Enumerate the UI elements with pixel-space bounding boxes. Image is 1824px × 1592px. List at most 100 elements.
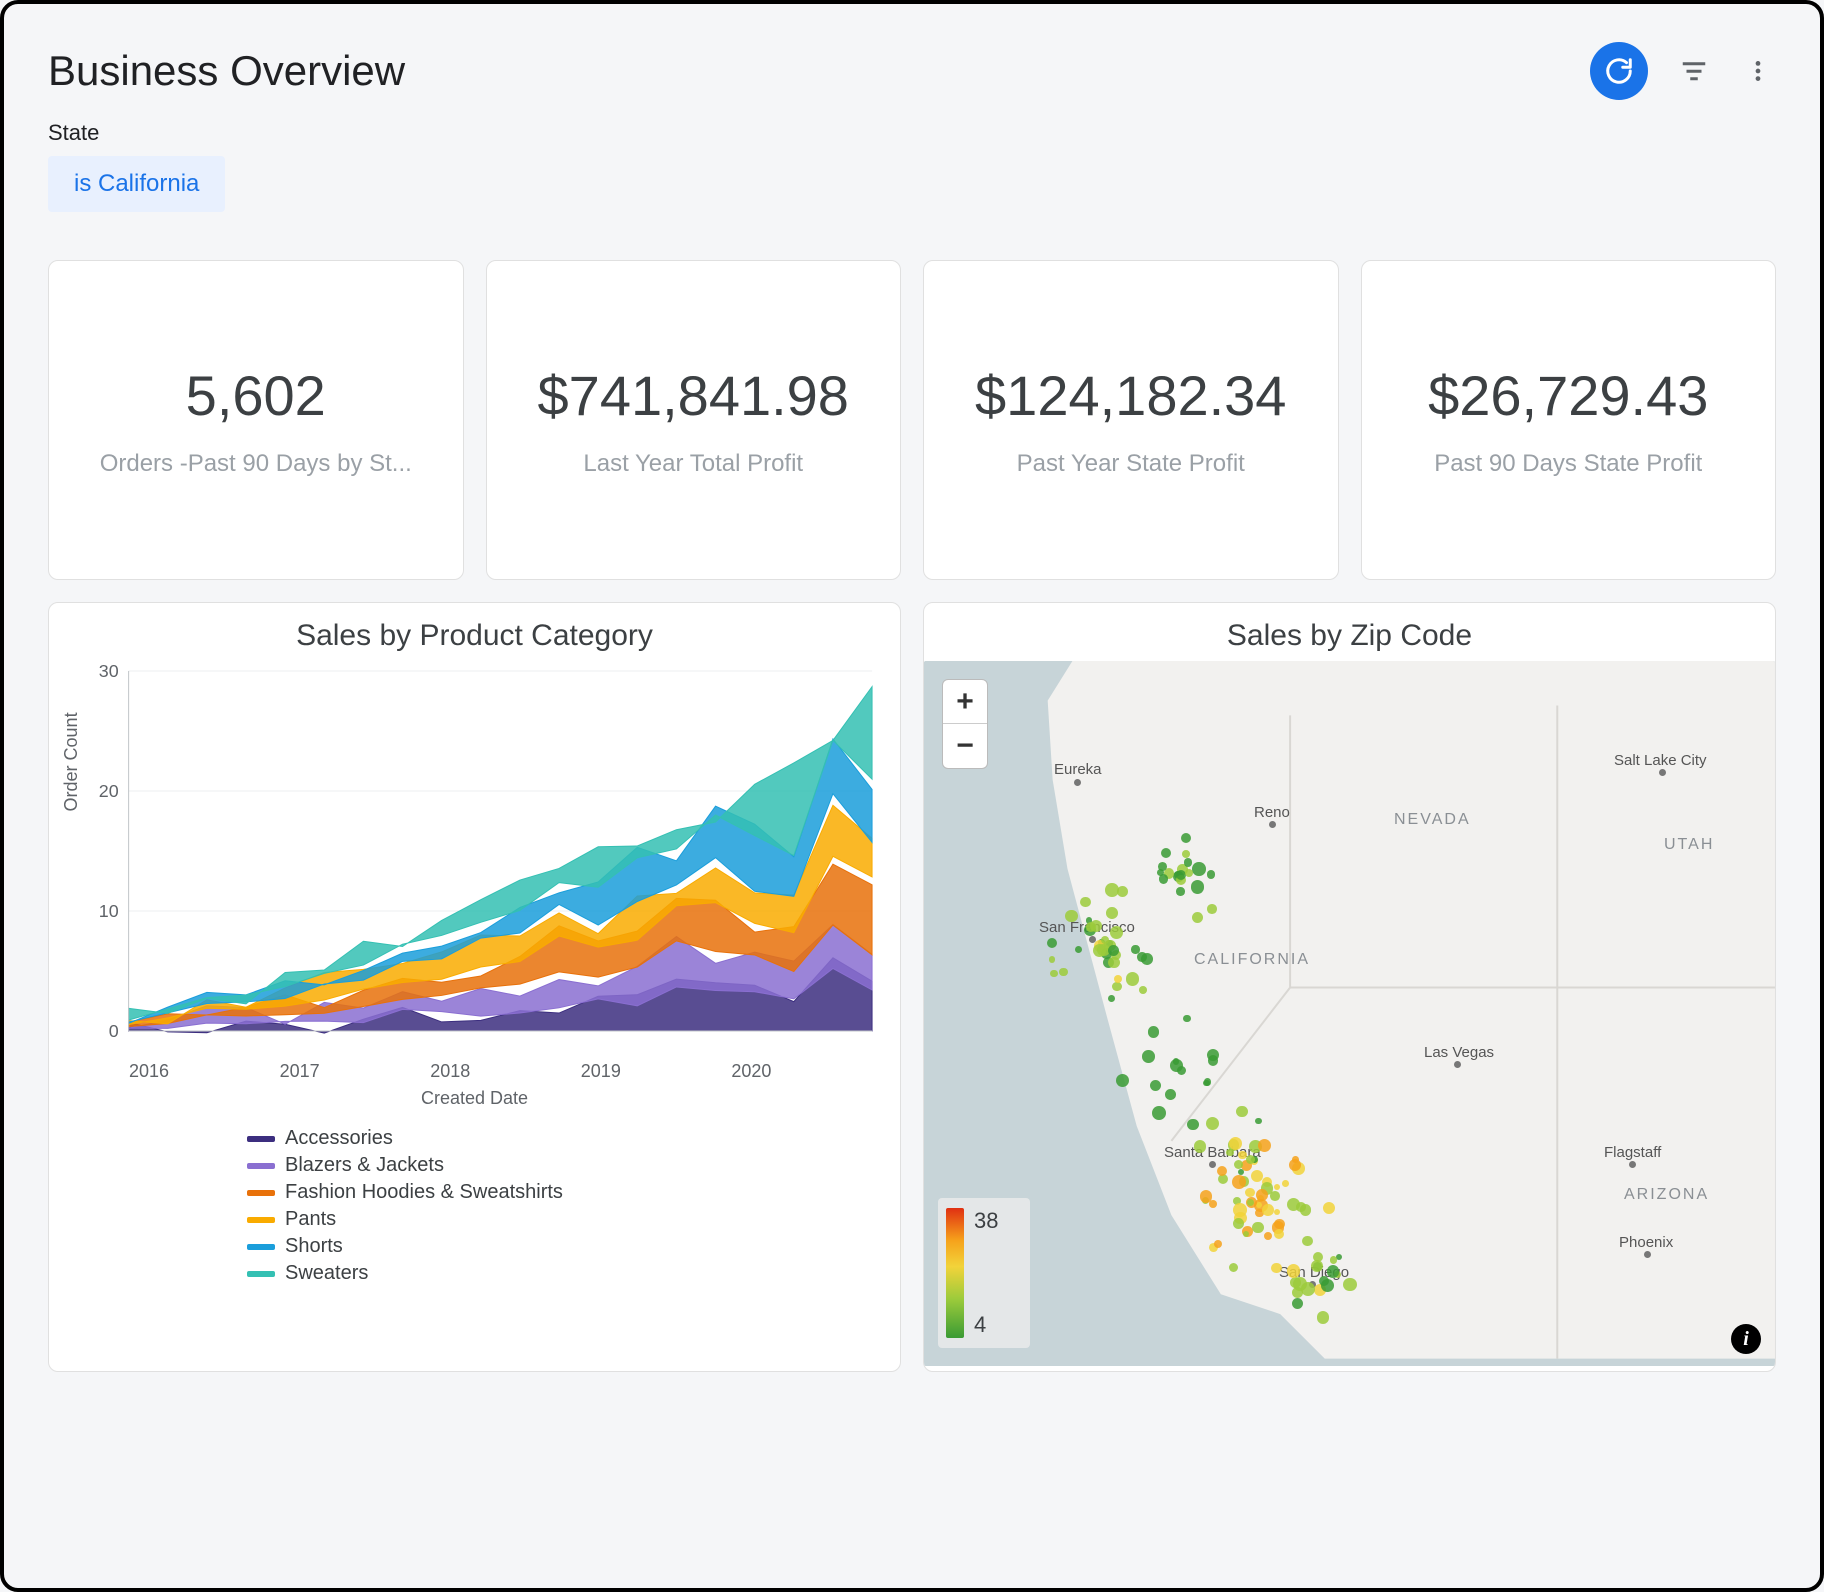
zip-dot: [1327, 1265, 1340, 1278]
legend-label: Sweaters: [285, 1262, 368, 1285]
zip-dot: [1187, 1119, 1199, 1131]
legend-label: Blazers & Jackets: [285, 1154, 444, 1177]
zip-dot: [1161, 848, 1171, 858]
zip-dot: [1116, 1074, 1129, 1087]
zip-dot: [1292, 1287, 1303, 1298]
zip-dot: [1302, 1236, 1313, 1247]
city-dot: [1269, 821, 1276, 828]
filter-field-label: State: [48, 120, 1776, 146]
zip-dot: [1108, 945, 1119, 956]
header-row: Business Overview: [48, 42, 1776, 100]
legend-swatch: [247, 1190, 275, 1196]
zip-dot: [1204, 1078, 1211, 1085]
kpi-card-past-year-state-profit[interactable]: $124,182.34 Past Year State Profit: [923, 260, 1339, 580]
filter-button[interactable]: [1676, 53, 1712, 89]
zip-dot: [1106, 907, 1118, 919]
map-area[interactable]: NEVADA CALIFORNIA UTAH ARIZONA Eureka Re…: [924, 661, 1775, 1366]
charts-row: Sales by Product Category Order Count 0 1…: [48, 602, 1776, 1372]
zip-dot: [1158, 862, 1167, 871]
map-state-label: NEVADA: [1394, 811, 1471, 829]
zip-dot: [1207, 904, 1216, 913]
refresh-icon: [1604, 56, 1634, 86]
zip-dot: [1142, 1050, 1154, 1062]
legend-item[interactable]: Sweaters: [247, 1262, 882, 1285]
legend-item[interactable]: Shorts: [247, 1235, 882, 1258]
refresh-button[interactable]: [1590, 42, 1648, 100]
svg-text:0: 0: [109, 1021, 119, 1041]
kpi-row: 5,602 Orders -Past 90 Days by St... $741…: [48, 260, 1776, 580]
header-actions: [1590, 42, 1776, 100]
zoom-out-button[interactable]: −: [943, 724, 987, 768]
zip-dot: [1229, 1137, 1242, 1150]
zip-dot: [1238, 1151, 1246, 1159]
more-menu-button[interactable]: [1740, 53, 1776, 89]
panel-title: Sales by Product Category: [67, 619, 882, 653]
zip-dot: [1233, 1203, 1247, 1217]
legend-item[interactable]: Pants: [247, 1208, 882, 1231]
zip-dot: [1262, 1204, 1274, 1216]
zoom-in-button[interactable]: +: [943, 680, 987, 724]
map-city-label: Salt Lake City: [1614, 752, 1707, 769]
zip-dot: [1137, 952, 1147, 962]
x-tick: 2016: [129, 1061, 280, 1082]
zip-dot: [1287, 1198, 1300, 1211]
city-dot: [1659, 769, 1666, 776]
zip-dot: [1194, 1140, 1207, 1153]
zip-dot: [1274, 1229, 1284, 1239]
legend-label: Shorts: [285, 1235, 343, 1258]
zip-dot: [1271, 1263, 1282, 1274]
zip-dot: [1200, 1190, 1213, 1203]
legend-swatch: [247, 1217, 275, 1223]
zip-dot: [1214, 1240, 1222, 1248]
svg-text:10: 10: [99, 901, 119, 921]
zip-dot: [1245, 1188, 1254, 1197]
legend-label: Accessories: [285, 1127, 393, 1150]
zip-dot: [1233, 1218, 1244, 1229]
x-tick: 2020: [731, 1061, 882, 1082]
area-chart[interactable]: Order Count 0102030: [67, 661, 882, 1061]
zip-dot: [1243, 1231, 1249, 1237]
legend-high: 38: [974, 1208, 998, 1234]
map-state-label: ARIZONA: [1624, 1186, 1709, 1204]
kpi-label: Orders -Past 90 Days by St...: [100, 450, 412, 478]
kpi-label: Last Year Total Profit: [583, 450, 803, 478]
panel-sales-by-category: Sales by Product Category Order Count 0 1…: [48, 602, 901, 1372]
map-legend-labels: 38 4: [974, 1208, 998, 1338]
zip-dot: [1236, 1106, 1247, 1117]
zip-dot: [1192, 862, 1205, 875]
kpi-card-orders[interactable]: 5,602 Orders -Past 90 Days by St...: [48, 260, 464, 580]
kpi-value: 5,602: [186, 363, 326, 428]
zip-dot: [1292, 1156, 1299, 1163]
kpi-label: Past Year State Profit: [1017, 450, 1245, 478]
legend-low: 4: [974, 1312, 998, 1338]
zip-dot: [1256, 1189, 1268, 1201]
legend-swatch: [247, 1136, 275, 1142]
map-info-button[interactable]: i: [1731, 1324, 1761, 1354]
y-axis-label: Order Count: [61, 712, 82, 811]
x-tick: 2019: [581, 1061, 732, 1082]
zip-dot: [1150, 1080, 1161, 1091]
legend-item[interactable]: Fashion Hoodies & Sweatshirts: [247, 1181, 882, 1204]
zip-dot: [1117, 886, 1128, 897]
city-dot: [1074, 779, 1081, 786]
zip-dot: [1176, 887, 1184, 895]
map-city-label: Phoenix: [1619, 1234, 1673, 1251]
zip-dot: [1330, 1256, 1337, 1263]
city-dot: [1209, 1161, 1216, 1168]
zip-dot: [1112, 982, 1122, 992]
filter-chip-state[interactable]: is California: [48, 156, 225, 212]
x-tick: 2018: [430, 1061, 581, 1082]
zip-dot: [1047, 938, 1057, 948]
zip-dot: [1183, 1015, 1190, 1022]
zip-dot: [1226, 1149, 1233, 1156]
map-city-label: Reno: [1254, 804, 1290, 821]
filter-section: State is California: [48, 120, 1776, 212]
dashboard-frame: Business Overview State is California 5,…: [0, 0, 1824, 1592]
chart-legend: Accessories Blazers & Jackets Fashion Hood…: [247, 1127, 882, 1285]
legend-item[interactable]: Accessories: [247, 1127, 882, 1150]
legend-swatch: [247, 1271, 275, 1277]
zip-dot: [1207, 870, 1215, 878]
legend-item[interactable]: Blazers & Jackets: [247, 1154, 882, 1177]
kpi-card-last-year-profit[interactable]: $741,841.98 Last Year Total Profit: [486, 260, 902, 580]
kpi-card-past-90-days-state-profit[interactable]: $26,729.43 Past 90 Days State Profit: [1361, 260, 1777, 580]
